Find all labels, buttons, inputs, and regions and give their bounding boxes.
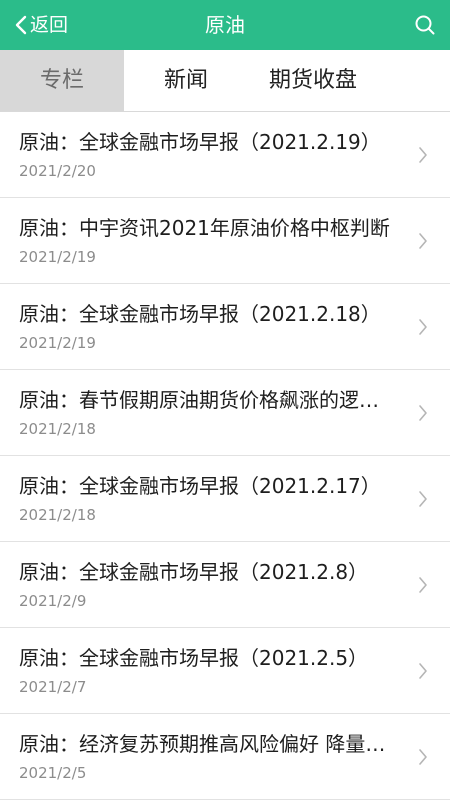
article-date: 2021/2/18 [19, 420, 96, 438]
back-button[interactable]: 返回 [14, 0, 68, 50]
chevron-right-icon [418, 490, 428, 508]
tab-futures-close[interactable]: 期货收盘 [248, 50, 378, 111]
article-title: 原油：全球金融市场早报（2021.2.19） [19, 130, 381, 154]
article-list: 原油：全球金融市场早报（2021.2.19） 2021/2/20 原油：中宇资讯… [0, 112, 450, 800]
article-date: 2021/2/7 [19, 678, 87, 696]
article-date: 2021/2/19 [19, 248, 96, 266]
article-date: 2021/2/20 [19, 162, 96, 180]
search-icon [414, 15, 436, 40]
list-item[interactable]: 原油：全球金融市场早报（2021.2.17） 2021/2/18 [0, 456, 450, 542]
article-title: 原油：全球金融市场早报（2021.2.17） [19, 474, 381, 498]
article-date: 2021/2/5 [19, 764, 87, 782]
article-title: 原油：全球金融市场早报（2021.2.8） [19, 560, 369, 584]
tab-column[interactable]: 专栏 [0, 50, 124, 111]
list-item[interactable]: 原油：经济复苏预期推高风险偏好 降量… 2021/2/5 [0, 714, 450, 800]
article-title: 原油：春节假期原油期货价格飙涨的逻… [19, 388, 379, 412]
chevron-right-icon [418, 576, 428, 594]
chevron-right-icon [418, 748, 428, 766]
article-date: 2021/2/19 [19, 334, 96, 352]
article-date: 2021/2/18 [19, 506, 96, 524]
list-item[interactable]: 原油：全球金融市场早报（2021.2.8） 2021/2/9 [0, 542, 450, 628]
chevron-right-icon [418, 232, 428, 250]
search-button[interactable] [414, 14, 436, 36]
chevron-left-icon [14, 14, 28, 36]
chevron-right-icon [418, 318, 428, 336]
list-item[interactable]: 原油：全球金融市场早报（2021.2.5） 2021/2/7 [0, 628, 450, 714]
list-item[interactable]: 原油：中宇资讯2021年原油价格中枢判断 2021/2/19 [0, 198, 450, 284]
article-date: 2021/2/9 [19, 592, 87, 610]
app-screen: 返回 原油 专栏 新闻 期货收盘 原油：全球金融市场早报（2021.2.19） … [0, 0, 450, 800]
tab-news[interactable]: 新闻 [124, 50, 248, 111]
top-app-bar: 返回 原油 [0, 0, 450, 50]
chevron-right-icon [418, 146, 428, 164]
chevron-right-icon [418, 404, 428, 422]
article-title: 原油：全球金融市场早报（2021.2.18） [19, 302, 381, 326]
article-title: 原油：经济复苏预期推高风险偏好 降量… [19, 732, 386, 756]
chevron-right-icon [418, 662, 428, 680]
article-title: 原油：全球金融市场早报（2021.2.5） [19, 646, 369, 670]
list-item[interactable]: 原油：全球金融市场早报（2021.2.18） 2021/2/19 [0, 284, 450, 370]
back-label: 返回 [30, 14, 69, 36]
article-title: 原油：中宇资讯2021年原油价格中枢判断 [19, 216, 390, 240]
category-tabs: 专栏 新闻 期货收盘 [0, 50, 450, 112]
list-item[interactable]: 原油：全球金融市场早报（2021.2.19） 2021/2/20 [0, 112, 450, 198]
list-item[interactable]: 原油：春节假期原油期货价格飙涨的逻… 2021/2/18 [0, 370, 450, 456]
